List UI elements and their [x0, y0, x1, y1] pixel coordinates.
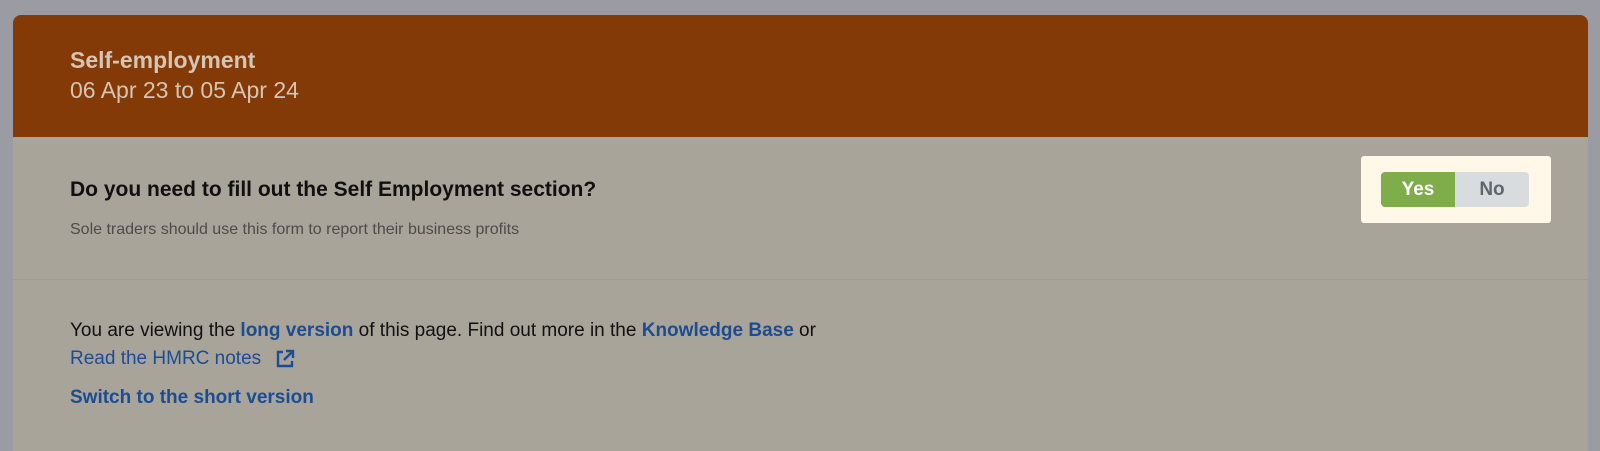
hmrc-notes-row: Read the HMRC notes	[70, 347, 295, 371]
yes-button[interactable]: Yes	[1381, 172, 1455, 207]
question-section: Do you need to fill out the Self Employm…	[13, 137, 1588, 280]
version-info-suffix: or	[793, 320, 816, 341]
switch-to-short-version-link[interactable]: Switch to the short version	[70, 386, 314, 410]
yes-no-toggle: Yes No	[1381, 172, 1529, 207]
no-button[interactable]: No	[1455, 172, 1529, 207]
hmrc-notes-link[interactable]: Read the HMRC notes	[70, 347, 261, 371]
long-version-link[interactable]: long version	[240, 320, 353, 341]
tax-year-dates: 06 Apr 23 to 05 Apr 24	[70, 77, 299, 103]
external-link-icon[interactable]	[275, 349, 295, 369]
section-title: Self-employment	[70, 47, 256, 73]
self-employment-card: Self-employment 06 Apr 23 to 05 Apr 24 D…	[13, 15, 1588, 451]
knowledge-base-link[interactable]: Knowledge Base	[642, 320, 794, 341]
version-info-middle: of this page. Find out more in the	[353, 320, 642, 341]
card-header: Self-employment 06 Apr 23 to 05 Apr 24	[13, 15, 1588, 137]
version-info-text: You are viewing the long version of this…	[70, 319, 816, 343]
question-text: Do you need to fill out the Self Employm…	[70, 178, 597, 201]
question-hint: Sole traders should use this form to rep…	[70, 221, 520, 238]
version-info-prefix: You are viewing the	[70, 320, 241, 341]
yes-no-toggle-highlight: Yes No	[1361, 156, 1551, 223]
